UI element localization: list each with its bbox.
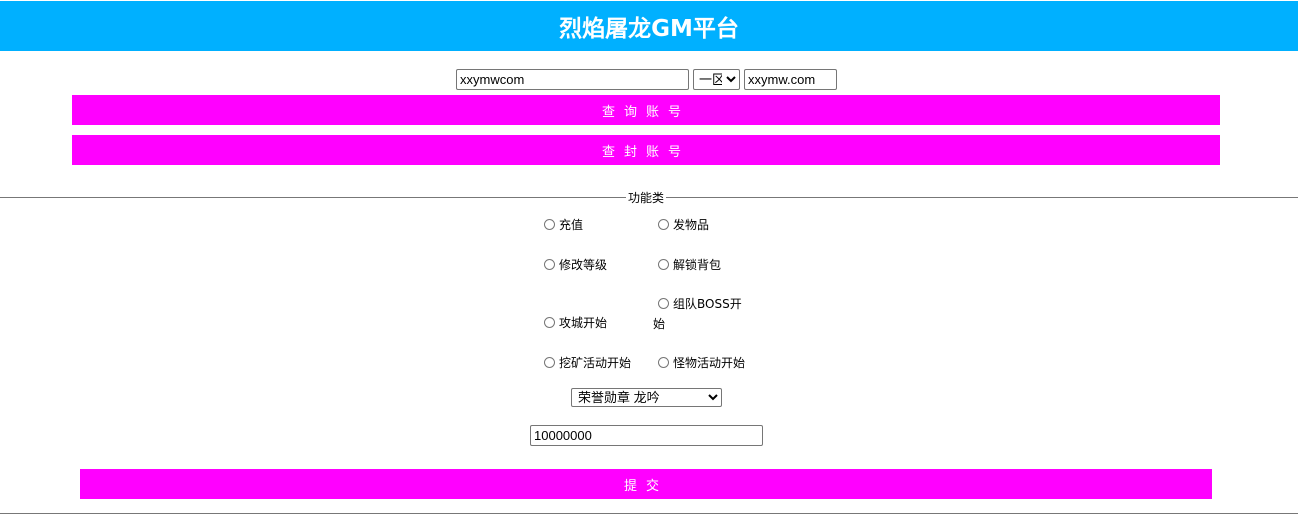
radio-label: 解锁背包 [673,258,722,272]
amount-input[interactable] [530,425,763,446]
item-select-wrap: 荣誉勋章 龙吟 [571,388,722,407]
radio-label: 攻城开始 [559,316,608,330]
server-select[interactable]: 一区 [693,69,740,90]
gm-platform-page: 烈焰屠龙GM平台 一区 查询账号 查封账号 功能类 充值 发物品 修改等级 解锁… [0,0,1298,521]
item-select[interactable]: 荣誉勋章 龙吟 [571,388,722,407]
radio-mining-start[interactable]: 挖矿活动开始 [544,356,631,371]
radio-label: 组队BOSS开 [673,297,742,311]
radio-monster-start[interactable]: 怪物活动开始 [658,356,745,371]
radio-label-continued: 始 [653,317,666,331]
submit-button[interactable]: 提交 [80,469,1212,499]
radio-button[interactable] [658,298,669,309]
radio-send-items[interactable]: 发物品 [658,218,709,233]
page-title: 烈焰屠龙GM平台 [559,16,739,42]
account-input[interactable] [456,69,689,90]
fieldset-bottom-border [0,513,1298,514]
radio-button[interactable] [544,357,555,368]
fieldset-legend: 功能类 [626,189,667,206]
radio-label: 挖矿活动开始 [559,356,632,370]
radio-label: 充值 [559,218,584,232]
account-row: 一区 [456,69,837,90]
ban-account-button[interactable]: 查封账号 [72,135,1220,165]
radio-button[interactable] [544,259,555,270]
radio-team-boss[interactable]: 组队BOSS开 [658,297,742,312]
radio-modify-level[interactable]: 修改等级 [544,258,607,273]
radio-siege-start[interactable]: 攻城开始 [544,316,607,331]
query-account-button[interactable]: 查询账号 [72,95,1220,125]
password-input[interactable] [744,69,837,90]
radio-unlock-bag[interactable]: 解锁背包 [658,258,721,273]
radio-button[interactable] [658,357,669,368]
radio-button[interactable] [544,317,555,328]
radio-button[interactable] [658,259,669,270]
amount-wrap [530,425,763,446]
radio-button[interactable] [658,219,669,230]
header-bar: 烈焰屠龙GM平台 [0,1,1298,51]
radio-label: 发物品 [673,218,710,232]
radio-recharge[interactable]: 充值 [544,218,583,233]
radio-button[interactable] [544,219,555,230]
radio-label: 修改等级 [559,258,608,272]
radio-label: 怪物活动开始 [673,356,746,370]
